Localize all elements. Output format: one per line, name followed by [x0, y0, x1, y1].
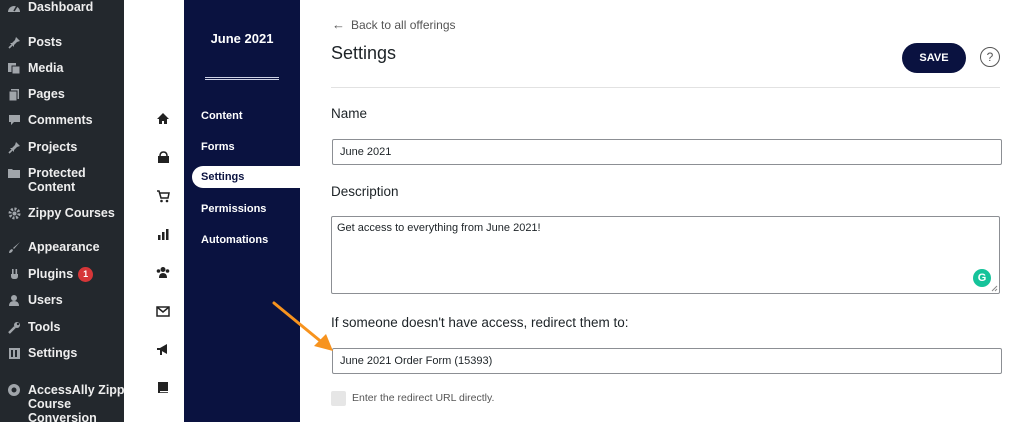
megaphone-icon[interactable] [155, 342, 171, 356]
cart-icon[interactable] [155, 189, 171, 203]
wp-menu-users[interactable]: Users [6, 293, 63, 307]
wp-menu-label-line2: Content [28, 180, 76, 194]
arrow-left-icon: ← [332, 17, 345, 32]
app-icon-rail [142, 0, 184, 422]
home-icon[interactable] [155, 111, 171, 125]
wp-menu-label: Protected [28, 166, 86, 180]
folder-icon [6, 166, 22, 180]
wp-menu-label: Appearance [28, 240, 100, 254]
wp-menu-label: Media [28, 61, 64, 75]
wp-menu-label: AccessAlly Zippy [28, 383, 132, 397]
wp-menu-settings[interactable]: Settings [6, 346, 77, 360]
media-icon [6, 61, 22, 75]
offering-nav-automations[interactable]: Automations [201, 234, 268, 246]
wp-menu-tools[interactable]: Tools [6, 320, 60, 334]
offering-nav-content[interactable]: Content [201, 110, 243, 122]
wp-menu-label: Users [28, 293, 63, 307]
description-textarea[interactable]: Get access to everything from June 2021! [331, 216, 1000, 294]
offering-title: June 2021 [210, 31, 274, 46]
pin-icon [6, 35, 22, 49]
dashboard-icon [6, 0, 22, 14]
wp-menu-label-line3: Conversion [28, 411, 97, 422]
name-label: Name [331, 106, 368, 121]
store-icon[interactable] [155, 150, 171, 164]
help-icon[interactable]: ? [980, 47, 1000, 67]
wp-menu-label: Pages [28, 87, 65, 101]
back-to-offerings-link[interactable]: ← Back to all offerings [332, 17, 456, 32]
direct-url-label: Enter the redirect URL directly. [352, 392, 495, 404]
wp-menu-label: Posts [28, 35, 63, 49]
user-icon [6, 293, 22, 307]
direct-url-checkbox[interactable] [331, 391, 346, 406]
offering-nav-forms[interactable]: Forms [201, 141, 235, 153]
wp-menu-posts[interactable]: Posts [6, 35, 62, 49]
back-link-label: Back to all offerings [351, 17, 456, 32]
wp-menu-label: Zippy Courses [28, 206, 115, 220]
resize-grip-icon[interactable] [990, 284, 998, 292]
bar-chart-icon[interactable] [155, 227, 171, 241]
redirect-label: If someone doesn't have access, redirect… [331, 315, 629, 330]
wp-menu-label: Projects [28, 140, 78, 154]
wp-menu-projects[interactable]: Projects [6, 140, 77, 154]
save-button[interactable]: SAVE [902, 43, 966, 73]
annotation-arrow-icon [272, 301, 333, 351]
wp-menu-zippy-courses[interactable]: Zippy Courses [6, 206, 115, 220]
users-group-icon[interactable] [155, 265, 171, 279]
redirect-select[interactable] [332, 348, 1002, 374]
wp-menu-plugins[interactable]: Plugins 1 [6, 267, 94, 282]
wp-menu-accessally-zippy[interactable]: AccessAlly Zippy Course Conversion [6, 383, 132, 422]
wp-menu-media[interactable]: Media [6, 61, 63, 75]
pages-icon [6, 87, 22, 101]
header-divider [331, 87, 1000, 88]
wp-menu-protected-content[interactable]: Protected Content [6, 166, 86, 194]
description-label: Description [331, 184, 399, 199]
wp-menu-label: Comments [28, 113, 93, 127]
wp-menu-comments[interactable]: Comments [6, 113, 93, 127]
sidebar-gutter [124, 0, 142, 422]
wp-menu-label: Dashboard [28, 0, 94, 14]
settings-icon [6, 346, 22, 360]
page-title: Settings [331, 43, 397, 63]
wp-menu-dashboard[interactable]: Dashboard [6, 0, 93, 14]
wp-menu-appearance[interactable]: Appearance [6, 240, 100, 254]
comment-icon [6, 113, 22, 127]
wp-menu-label: Plugins [28, 267, 74, 281]
wp-menu-pages[interactable]: Pages [6, 87, 65, 101]
offering-divider [205, 77, 279, 80]
wp-menu-label-line2: Course [28, 397, 72, 411]
offering-nav-settings[interactable]: Settings [201, 171, 244, 183]
envelope-icon[interactable] [155, 304, 171, 318]
plug-icon [6, 267, 22, 281]
wp-menu-label: Settings [28, 346, 78, 360]
wp-menu-label: Tools [28, 320, 61, 334]
brush-icon [6, 240, 22, 254]
wrench-icon [6, 320, 22, 334]
grammarly-icon[interactable]: G [973, 269, 991, 287]
gear-icon [6, 206, 22, 220]
update-count-badge: 1 [78, 267, 94, 282]
pin-icon [6, 140, 22, 154]
book-icon[interactable] [155, 380, 171, 394]
name-input[interactable] [332, 139, 1002, 165]
accessally-icon [6, 383, 22, 397]
offering-nav-permissions[interactable]: Permissions [201, 203, 266, 215]
